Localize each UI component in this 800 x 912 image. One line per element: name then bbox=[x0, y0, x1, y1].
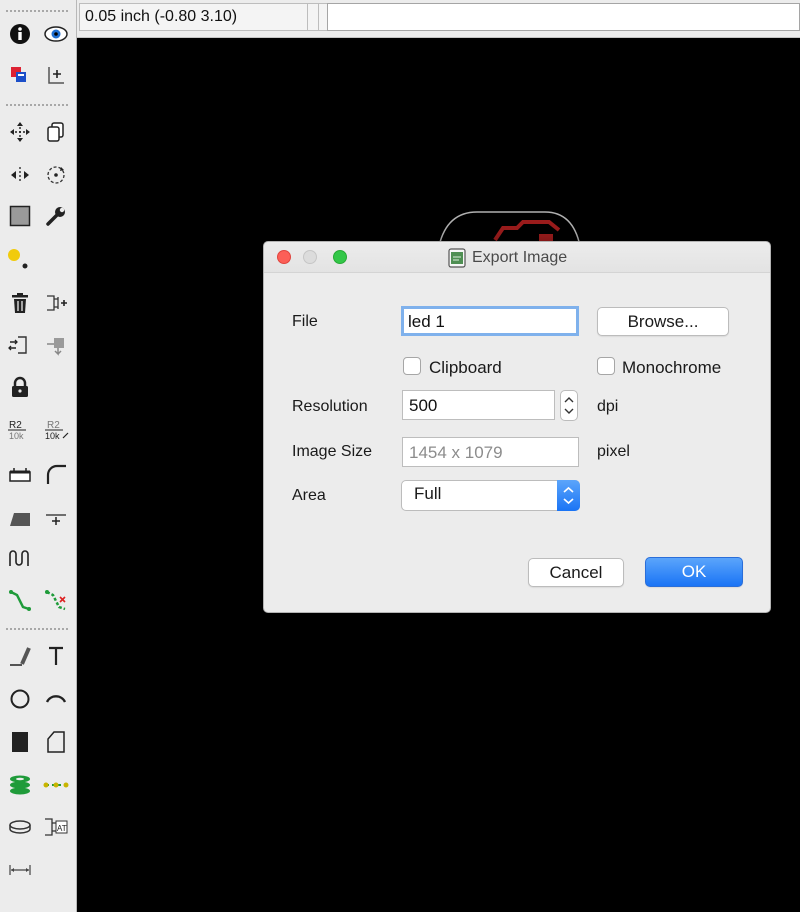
image-size-unit: pixel bbox=[597, 443, 630, 460]
wire-icon[interactable] bbox=[6, 642, 34, 670]
command-line-input[interactable] bbox=[327, 3, 800, 31]
lock-icon[interactable] bbox=[6, 373, 34, 401]
attribute-icon[interactable]: AT bbox=[42, 813, 70, 841]
close-window-button[interactable] bbox=[277, 250, 291, 264]
hole-icon[interactable] bbox=[6, 813, 34, 841]
mark-origin-icon[interactable] bbox=[42, 61, 70, 89]
stepper-arrows-icon bbox=[564, 397, 574, 414]
toolbar-grip[interactable] bbox=[6, 10, 68, 12]
resolution-unit: dpi bbox=[597, 398, 619, 415]
coordinate-bar: 0.05 inch (-0.80 3.10) bbox=[77, 0, 800, 38]
route-icon[interactable] bbox=[6, 586, 34, 614]
resolution-stepper[interactable] bbox=[560, 390, 578, 421]
split-icon[interactable] bbox=[6, 460, 34, 488]
up-down-chevron-icon bbox=[563, 486, 574, 505]
file-label: File bbox=[292, 313, 318, 330]
polygon-icon[interactable] bbox=[42, 728, 70, 756]
mirror-icon[interactable] bbox=[6, 161, 34, 189]
display-layers-icon[interactable] bbox=[6, 61, 34, 89]
toolbar-separator bbox=[6, 104, 68, 106]
svg-text:R2: R2 bbox=[9, 420, 22, 431]
browse-button[interactable]: Browse... bbox=[597, 307, 729, 336]
ok-button[interactable]: OK bbox=[645, 557, 743, 587]
eagle-document-icon bbox=[448, 248, 466, 268]
rectangle-icon[interactable] bbox=[6, 728, 34, 756]
add-part-icon[interactable] bbox=[42, 289, 70, 317]
monochrome-label[interactable]: Monochrome bbox=[622, 358, 721, 378]
name-r2-icon[interactable]: R2 10k bbox=[4, 416, 32, 444]
svg-text:10k: 10k bbox=[45, 431, 60, 441]
dialog-titlebar[interactable]: Export Image bbox=[264, 242, 770, 273]
toolbar-splitter[interactable] bbox=[307, 3, 319, 31]
signal-icon[interactable] bbox=[42, 771, 70, 799]
optimize-icon[interactable] bbox=[6, 504, 34, 532]
command-toolbar: R2 10k R2 10k AT bbox=[0, 0, 77, 912]
group-icon[interactable] bbox=[6, 202, 34, 230]
export-image-dialog: Export Image File led 1 Browse... Clipbo… bbox=[263, 241, 771, 613]
move-icon[interactable] bbox=[6, 118, 34, 146]
minimize-window-button[interactable] bbox=[303, 250, 317, 264]
pinswap-icon[interactable] bbox=[6, 331, 34, 359]
clipboard-checkbox[interactable] bbox=[403, 357, 421, 375]
image-size-field: 1454 x 1079 bbox=[402, 437, 579, 467]
area-select-arrows[interactable] bbox=[557, 480, 580, 511]
ripup-icon[interactable] bbox=[42, 586, 70, 614]
file-name-input[interactable]: led 1 bbox=[401, 306, 579, 336]
meander-icon[interactable] bbox=[6, 544, 34, 572]
copy-icon[interactable] bbox=[42, 118, 70, 146]
dimension-icon[interactable] bbox=[6, 856, 34, 884]
rotate-icon[interactable] bbox=[42, 161, 70, 189]
circle-icon[interactable] bbox=[6, 685, 34, 713]
cancel-button[interactable]: Cancel bbox=[528, 558, 624, 587]
svg-text:AT: AT bbox=[57, 824, 67, 833]
paste-icon[interactable] bbox=[4, 243, 32, 271]
change-wrench-icon[interactable] bbox=[42, 202, 70, 230]
clipboard-label[interactable]: Clipboard bbox=[429, 358, 502, 378]
replace-icon[interactable] bbox=[42, 331, 70, 359]
value-r2-icon[interactable]: R2 10k bbox=[42, 416, 70, 444]
toolbar-separator bbox=[6, 628, 68, 630]
show-eye-icon[interactable] bbox=[42, 20, 70, 48]
dialog-title: Export Image bbox=[472, 249, 568, 266]
resolution-input[interactable]: 500 bbox=[402, 390, 555, 420]
info-icon[interactable] bbox=[6, 20, 34, 48]
text-icon[interactable] bbox=[42, 642, 70, 670]
miter-icon[interactable] bbox=[42, 460, 70, 488]
monochrome-checkbox[interactable] bbox=[597, 357, 615, 375]
area-label: Area bbox=[292, 487, 326, 504]
area-select[interactable]: Full bbox=[401, 480, 580, 511]
zoom-window-button[interactable] bbox=[333, 250, 347, 264]
svg-text:10k: 10k bbox=[9, 431, 24, 441]
resolution-label: Resolution bbox=[292, 398, 368, 415]
via-icon[interactable] bbox=[6, 771, 34, 799]
image-size-label: Image Size bbox=[292, 443, 373, 460]
optimize-plus-icon[interactable] bbox=[42, 504, 70, 532]
area-selected-value: Full bbox=[414, 484, 442, 503]
svg-text:R2: R2 bbox=[47, 420, 60, 431]
delete-trash-icon[interactable] bbox=[6, 289, 34, 317]
arc-icon[interactable] bbox=[42, 685, 70, 713]
